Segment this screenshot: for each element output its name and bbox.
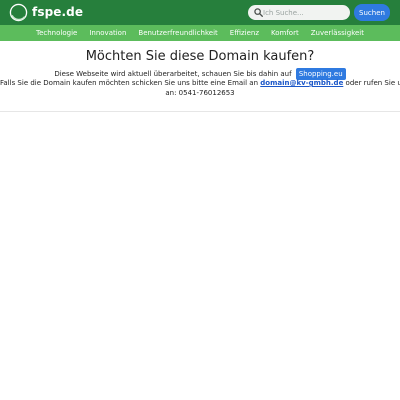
top-header: fspe.de Suchen bbox=[0, 0, 400, 25]
info-line-3: an: 0541-76012653 bbox=[0, 88, 400, 98]
purchase-text-suffix: oder rufen Sie uns bbox=[345, 79, 400, 87]
nav-item-zuverlaessigkeit[interactable]: Zuverlässigkeit bbox=[311, 25, 364, 41]
search-input[interactable] bbox=[263, 5, 347, 20]
nav-item-technologie[interactable]: Technologie bbox=[36, 25, 77, 41]
phone-text: an: 0541-76012653 bbox=[165, 89, 235, 97]
circle-logo-icon[interactable] bbox=[9, 3, 28, 22]
nav-item-benutzerfreundlichkeit[interactable]: Benutzerfreundlichkeit bbox=[138, 25, 217, 41]
search-button[interactable]: Suchen bbox=[354, 4, 390, 21]
search-box bbox=[248, 5, 350, 20]
nav-item-innovation[interactable]: Innovation bbox=[89, 25, 126, 41]
info-line-2: Falls Sie die Domain kaufen möchten schi… bbox=[0, 78, 400, 88]
category-nav: Technologie Innovation Benutzerfreundlic… bbox=[0, 25, 400, 41]
nav-item-komfort[interactable]: Komfort bbox=[271, 25, 299, 41]
email-link[interactable]: domain@kv-gmbh.de bbox=[260, 79, 343, 87]
search-icon bbox=[254, 8, 263, 17]
nav-item-effizienz[interactable]: Effizienz bbox=[230, 25, 259, 41]
info-text: Diese Webseite wird aktuell überarbeitet… bbox=[54, 70, 292, 78]
site-brand-link[interactable]: fspe.de bbox=[32, 5, 83, 20]
purchase-text: Falls Sie die Domain kaufen möchten schi… bbox=[0, 79, 259, 87]
main-content: Möchten Sie diese Domain kaufen? Diese W… bbox=[0, 41, 400, 112]
page-title: Möchten Sie diese Domain kaufen? bbox=[85, 49, 315, 64]
